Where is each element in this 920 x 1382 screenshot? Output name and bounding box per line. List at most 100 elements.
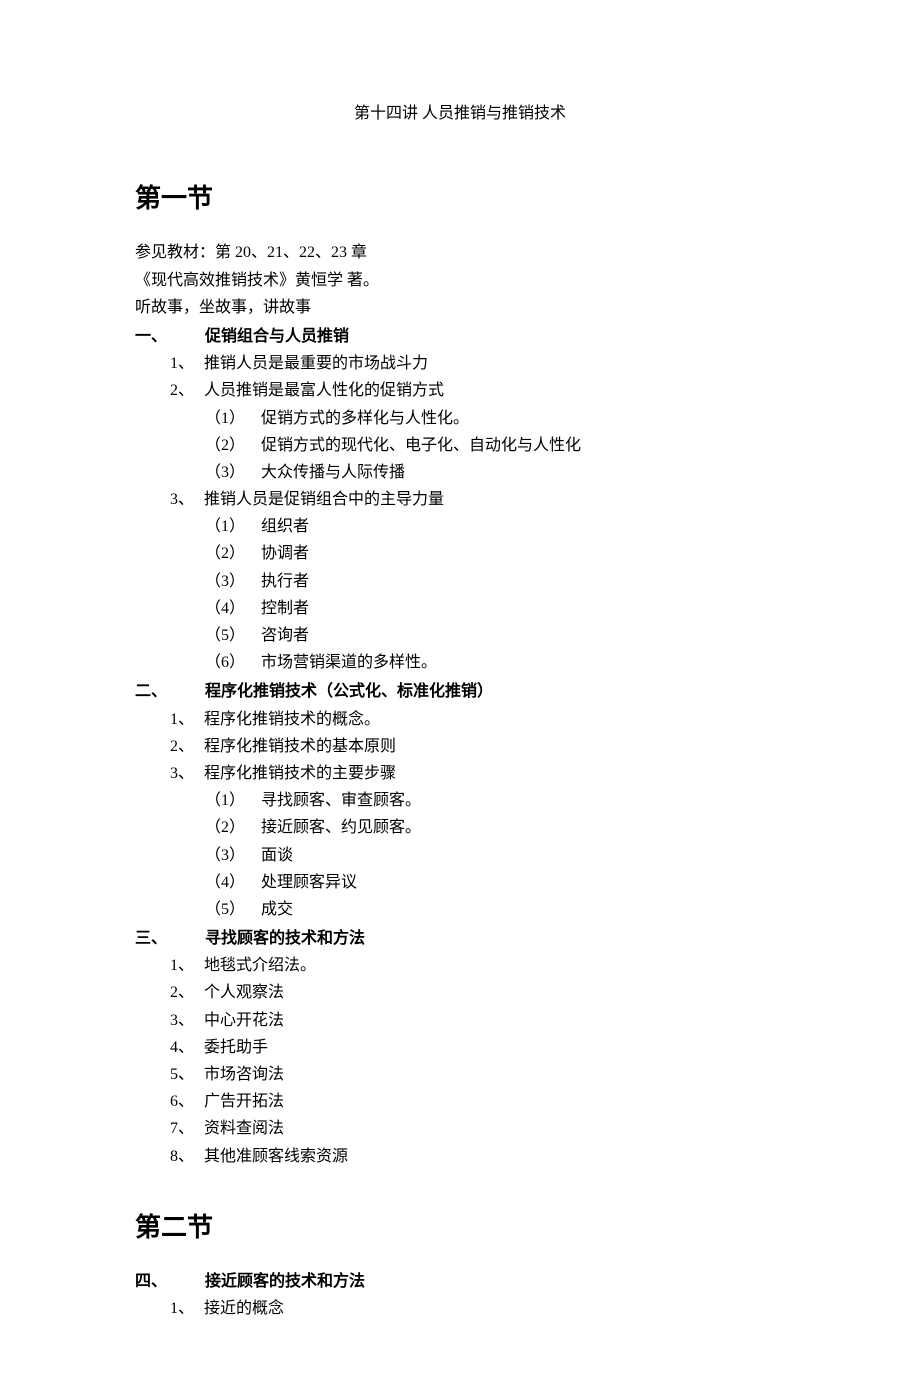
item-num: （1）	[205, 405, 261, 432]
heading-2: 二、程序化推销技术（公式化、标准化推销）	[135, 678, 785, 705]
heading-1: 一、促销组合与人员推销	[135, 323, 785, 350]
list-item: （2）接近顾客、约见顾客。	[135, 814, 785, 841]
list-item: 1、地毯式介绍法。	[135, 952, 785, 979]
item-text: 寻找顾客、审查顾客。	[261, 792, 421, 809]
list-item: 3、中心开花法	[135, 1007, 785, 1034]
item-num: （2）	[205, 432, 261, 459]
list-item: 7、资料查阅法	[135, 1115, 785, 1142]
list-item: 5、市场咨询法	[135, 1061, 785, 1088]
item-num: 1、	[170, 706, 204, 733]
heading-4: 四、接近顾客的技术和方法	[135, 1268, 785, 1295]
item-text: 控制者	[261, 600, 309, 617]
item-num: 8、	[170, 1143, 204, 1170]
list-item: 6、广告开拓法	[135, 1088, 785, 1115]
item-num: （1）	[205, 787, 261, 814]
item-text: 组织者	[261, 518, 309, 535]
item-num: 1、	[170, 350, 204, 377]
item-text: 程序化推销技术的概念。	[204, 711, 380, 728]
item-num: 5、	[170, 1061, 204, 1088]
list-item: （1）寻找顾客、审查顾客。	[135, 787, 785, 814]
list-item: （3）执行者	[135, 568, 785, 595]
list-item: 1、程序化推销技术的概念。	[135, 706, 785, 733]
heading-1-num: 一、	[135, 323, 205, 350]
list-item: 2、人员推销是最富人性化的促销方式	[135, 377, 785, 404]
item-text: 市场咨询法	[204, 1066, 284, 1083]
list-item: 4、委托助手	[135, 1034, 785, 1061]
item-num: 6、	[170, 1088, 204, 1115]
item-num: 2、	[170, 979, 204, 1006]
item-num: 3、	[170, 1007, 204, 1034]
list-item: 3、程序化推销技术的主要步骤	[135, 760, 785, 787]
list-item: （1）促销方式的多样化与人性化。	[135, 405, 785, 432]
item-num: 1、	[170, 952, 204, 979]
section-1-header: 第一节	[135, 177, 785, 221]
item-num: 3、	[170, 486, 204, 513]
item-text: 程序化推销技术的基本原则	[204, 738, 396, 755]
heading-4-num: 四、	[135, 1268, 205, 1295]
item-text: 咨询者	[261, 627, 309, 644]
item-text: 执行者	[261, 573, 309, 590]
item-text: 面谈	[261, 847, 293, 864]
item-num: （4）	[205, 595, 261, 622]
item-num: 1、	[170, 1295, 204, 1322]
item-text: 资料查阅法	[204, 1120, 284, 1137]
heading-2-num: 二、	[135, 678, 205, 705]
item-num: （2）	[205, 540, 261, 567]
item-num: （4）	[205, 869, 261, 896]
item-text: 推销人员是促销组合中的主导力量	[204, 491, 444, 508]
item-num: （1）	[205, 513, 261, 540]
item-num: （5）	[205, 622, 261, 649]
heading-4-text: 接近顾客的技术和方法	[205, 1273, 365, 1290]
item-text: 人员推销是最富人性化的促销方式	[204, 382, 444, 399]
item-text: 协调者	[261, 545, 309, 562]
item-num: （6）	[205, 649, 261, 676]
item-text: 接近的概念	[204, 1300, 284, 1317]
item-num: 2、	[170, 377, 204, 404]
item-text: 接近顾客、约见顾客。	[261, 819, 421, 836]
item-text: 其他准顾客线索资源	[204, 1148, 348, 1165]
item-num: （5）	[205, 896, 261, 923]
list-item: （1）组织者	[135, 513, 785, 540]
heading-3-num: 三、	[135, 925, 205, 952]
intro-line-3: 听故事，坐故事，讲故事	[135, 294, 785, 321]
item-num: （3）	[205, 842, 261, 869]
list-item: 2、个人观察法	[135, 979, 785, 1006]
section-2-header: 第二节	[135, 1206, 785, 1250]
list-item: 1、接近的概念	[135, 1295, 785, 1322]
item-text: 大众传播与人际传播	[261, 464, 405, 481]
document-title: 第十四讲 人员推销与推销技术	[135, 100, 785, 127]
item-num: （3）	[205, 568, 261, 595]
list-item: （4）控制者	[135, 595, 785, 622]
list-item: 8、其他准顾客线索资源	[135, 1143, 785, 1170]
list-item: （3）大众传播与人际传播	[135, 459, 785, 486]
item-num: （3）	[205, 459, 261, 486]
item-text: 促销方式的多样化与人性化。	[261, 410, 469, 427]
item-num: 7、	[170, 1115, 204, 1142]
list-item: （2）协调者	[135, 540, 785, 567]
intro-line-2: 《现代高效推销技术》黄恒学 著。	[135, 267, 785, 294]
heading-3: 三、寻找顾客的技术和方法	[135, 925, 785, 952]
heading-2-text: 程序化推销技术（公式化、标准化推销）	[205, 683, 493, 700]
list-item: （6）市场营销渠道的多样性。	[135, 649, 785, 676]
item-num: 4、	[170, 1034, 204, 1061]
item-text: 中心开花法	[204, 1012, 284, 1029]
list-item: 2、程序化推销技术的基本原则	[135, 733, 785, 760]
item-text: 程序化推销技术的主要步骤	[204, 765, 396, 782]
item-text: 推销人员是最重要的市场战斗力	[204, 355, 428, 372]
item-num: 2、	[170, 733, 204, 760]
item-text: 地毯式介绍法。	[204, 957, 316, 974]
list-item: （2）促销方式的现代化、电子化、自动化与人性化	[135, 432, 785, 459]
list-item: （4）处理顾客异议	[135, 869, 785, 896]
list-item: （5）咨询者	[135, 622, 785, 649]
item-text: 个人观察法	[204, 984, 284, 1001]
heading-1-text: 促销组合与人员推销	[205, 328, 349, 345]
item-text: 广告开拓法	[204, 1093, 284, 1110]
heading-3-text: 寻找顾客的技术和方法	[205, 930, 365, 947]
item-text: 成交	[261, 901, 293, 918]
list-item: （3）面谈	[135, 842, 785, 869]
list-item: 3、推销人员是促销组合中的主导力量	[135, 486, 785, 513]
item-text: 促销方式的现代化、电子化、自动化与人性化	[261, 437, 581, 454]
list-item: 1、推销人员是最重要的市场战斗力	[135, 350, 785, 377]
item-text: 市场营销渠道的多样性。	[261, 654, 437, 671]
item-text: 委托助手	[204, 1039, 268, 1056]
